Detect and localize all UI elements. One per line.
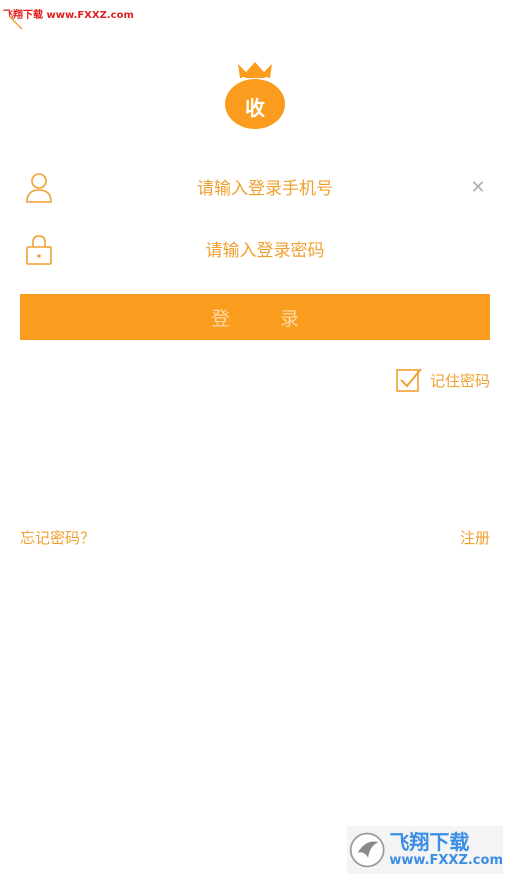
brand-name: 飞翔下载 [389, 830, 470, 854]
app-logo: 收 [224, 58, 286, 130]
forgot-password-link[interactable]: 忘记密码？ [20, 527, 95, 548]
lock-icon [26, 235, 52, 265]
clear-icon[interactable]: ✕ [468, 178, 488, 198]
phone-input[interactable] [80, 164, 450, 214]
register-link[interactable]: 注册 [460, 527, 490, 548]
login-button[interactable]: 登 录 [20, 294, 490, 340]
brand-watermark: 飞翔下载 www.FXXZ.com [347, 826, 503, 874]
password-field [20, 226, 490, 276]
back-icon[interactable] [6, 12, 26, 32]
brand-logo-icon [349, 832, 385, 868]
checkbox-checked-icon [396, 368, 422, 392]
password-input[interactable] [80, 226, 450, 276]
user-icon [26, 173, 52, 203]
logo-character: 收 [245, 96, 265, 120]
phone-field: ✕ [20, 164, 490, 214]
remember-password-checkbox[interactable]: 记住密码 [396, 366, 490, 394]
remember-password-label: 记住密码 [429, 371, 490, 390]
brand-url: www.FXXZ.com [389, 853, 503, 868]
